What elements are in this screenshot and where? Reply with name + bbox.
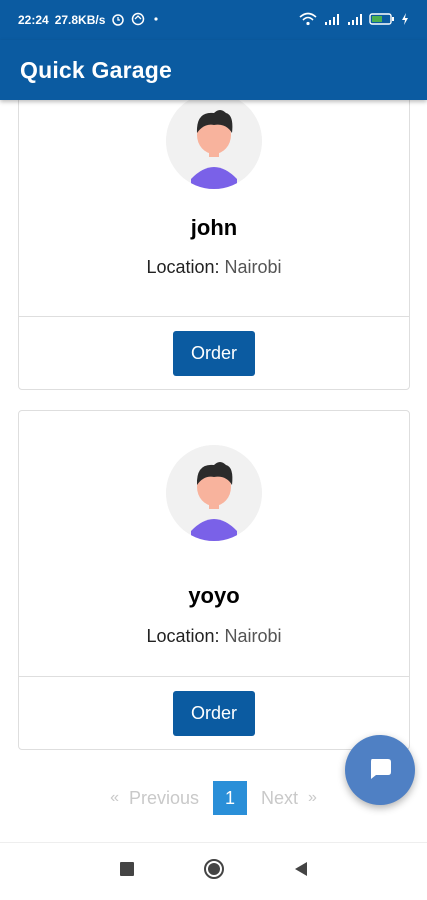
card-footer: Order <box>19 677 409 749</box>
location-value: Nairobi <box>224 257 282 277</box>
garage-location: Location: Nairobi <box>19 257 409 278</box>
page-1[interactable]: 1 <box>213 781 247 815</box>
order-button[interactable]: Order <box>173 330 255 376</box>
location-label: Location: <box>146 626 220 646</box>
location-label: Location: <box>146 257 220 277</box>
order-button[interactable]: Order <box>173 690 255 736</box>
wifi-icon <box>299 12 317 29</box>
status-time: 22:24 <box>18 13 49 27</box>
status-bar: 22:24 27.8KB/s <box>0 0 427 40</box>
charging-icon <box>401 12 409 29</box>
garage-card: yoyo Location: Nairobi Order <box>18 410 410 750</box>
back-icon[interactable] <box>293 861 309 882</box>
dot-icon <box>151 13 161 27</box>
sync-icon <box>131 12 145 29</box>
garage-list[interactable]: john Location: Nairobi Order yoyo Locati… <box>0 100 427 842</box>
avatar <box>166 100 262 189</box>
garage-card: john Location: Nairobi Order <box>18 100 410 390</box>
status-speed: 27.8KB/s <box>54 13 106 27</box>
chat-icon <box>365 753 395 788</box>
garage-location: Location: Nairobi <box>19 626 409 647</box>
next-arrow[interactable]: » <box>308 789 317 807</box>
chat-button[interactable] <box>345 735 415 805</box>
previous-link[interactable]: Previous <box>129 788 199 809</box>
next-link[interactable]: Next <box>261 788 298 809</box>
app-bar: Quick Garage <box>0 40 427 100</box>
home-icon[interactable] <box>203 858 225 885</box>
card-footer: Order <box>19 317 409 389</box>
location-value: Nairobi <box>224 626 282 646</box>
recents-icon[interactable] <box>119 861 135 882</box>
signal-icon <box>347 12 363 29</box>
prev-arrow[interactable]: « <box>110 789 119 807</box>
alarm-icon <box>111 12 125 29</box>
avatar <box>166 445 262 541</box>
battery-icon <box>369 12 395 29</box>
garage-name: yoyo <box>188 583 240 608</box>
system-nav-bar <box>0 842 427 900</box>
app-title: Quick Garage <box>20 56 172 83</box>
garage-name: john <box>190 215 238 240</box>
signal-4g-icon <box>323 12 341 29</box>
